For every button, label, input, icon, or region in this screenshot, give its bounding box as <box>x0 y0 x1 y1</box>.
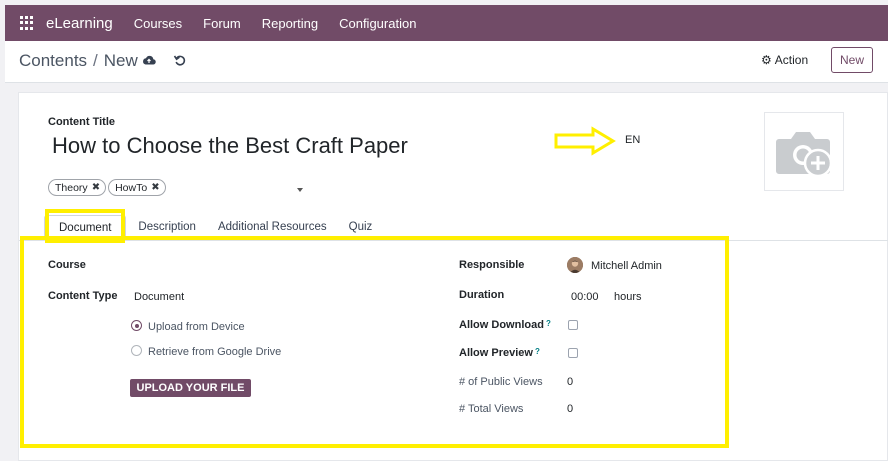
top-navbar: eLearning Courses Forum Reporting Config… <box>5 5 888 41</box>
remove-tag-icon[interactable]: ✖ <box>92 182 100 193</box>
breadcrumb-parent[interactable]: Contents <box>19 51 87 71</box>
image-upload[interactable] <box>764 112 844 191</box>
tag-theory: Theory ✖ <box>48 179 107 196</box>
cloud-upload-icon[interactable] <box>142 54 156 66</box>
remove-tag-icon[interactable]: ✖ <box>151 182 159 193</box>
new-button[interactable]: New <box>831 47 873 73</box>
control-panel: Contents / New ⚙ Action New <box>5 41 888 83</box>
action-menu-button[interactable]: ⚙ Action <box>761 53 808 67</box>
content-title-label: Content Title <box>48 116 116 128</box>
nav-configuration[interactable]: Configuration <box>339 16 416 31</box>
breadcrumb-current: New <box>103 51 138 70</box>
nav-forum[interactable]: Forum <box>203 16 241 31</box>
highlight-box-document-page <box>20 236 729 448</box>
breadcrumb-separator: / <box>93 51 98 70</box>
nav-reporting[interactable]: Reporting <box>262 16 318 31</box>
apps-grid-icon[interactable] <box>20 16 34 30</box>
nav-courses[interactable]: Courses <box>134 16 182 31</box>
content-title-input[interactable]: How to Choose the Best Craft Paper <box>52 133 408 159</box>
undo-icon[interactable] <box>173 53 187 67</box>
tag-howto: HowTo ✖ <box>108 179 166 196</box>
tags-field[interactable]: Theory ✖ HowTo ✖ <box>48 179 168 196</box>
tag-label: HowTo <box>115 181 148 194</box>
arrow-annotation-icon <box>554 126 616 156</box>
camera-plus-icon <box>776 131 833 177</box>
action-label: Action <box>774 53 809 67</box>
breadcrumb: Contents / New <box>19 51 138 71</box>
app-name[interactable]: eLearning <box>46 15 113 32</box>
tag-label: Theory <box>55 181 88 194</box>
dropdown-caret-icon[interactable] <box>297 188 303 192</box>
language-indicator[interactable]: EN <box>625 134 640 146</box>
gear-icon: ⚙ <box>761 53 772 67</box>
form-sheet: Content Title How to Choose the Best Cra… <box>18 92 888 461</box>
